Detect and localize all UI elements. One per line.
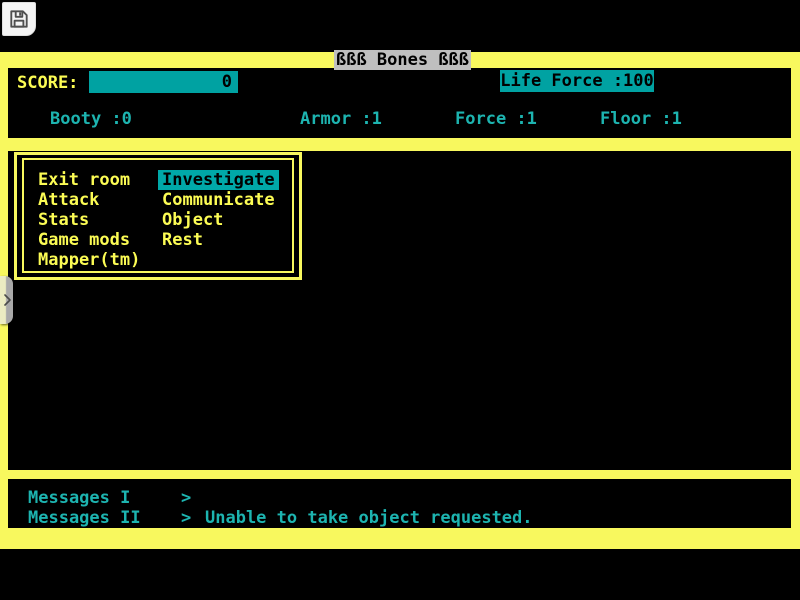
game-screen: ßßß Bones ßßß SCORE: 0 Life Force :100 B… <box>0 0 800 600</box>
messages-panel: Messages I > Messages II > Unable to tak… <box>8 479 791 528</box>
window-title: ßßß Bones ßßß <box>334 50 471 70</box>
menu-item-attack[interactable]: Attack <box>38 190 140 210</box>
sidebar-expand-tab[interactable] <box>0 276 13 324</box>
menu-item-game-mods[interactable]: Game mods <box>38 230 140 250</box>
action-menu-column-1: Exit room Attack Stats Game mods Mapper(… <box>38 170 140 270</box>
menu-item-mapper[interactable]: Mapper(tm) <box>38 250 140 270</box>
menu-item-exit-room[interactable]: Exit room <box>38 170 140 190</box>
messages-1-label: Messages I <box>28 488 130 508</box>
menu-item-investigate[interactable]: Investigate <box>158 170 279 190</box>
stat-force: Force :1 <box>455 109 537 129</box>
stat-booty: Booty :0 <box>50 109 132 129</box>
menu-item-object[interactable]: Object <box>162 210 275 230</box>
stat-floor: Floor :1 <box>600 109 682 129</box>
life-force-badge: Life Force :100 <box>500 70 654 92</box>
menu-item-rest[interactable]: Rest <box>162 230 275 250</box>
score-label: SCORE: <box>17 72 78 94</box>
action-menu: Exit room Attack Stats Game mods Mapper(… <box>14 152 302 280</box>
chevron-right-icon <box>3 294 11 306</box>
menu-item-stats[interactable]: Stats <box>38 210 140 230</box>
messages-2-prompt: > <box>181 508 191 528</box>
save-button[interactable] <box>2 2 36 36</box>
floppy-disk-icon <box>8 8 30 30</box>
action-menu-column-2: Investigate Communicate Object Rest <box>162 170 275 250</box>
messages-2-label: Messages II <box>28 508 141 528</box>
messages-2-text: Unable to take object requested. <box>205 508 533 528</box>
score-value-bar: 0 <box>89 71 238 93</box>
messages-1-prompt: > <box>181 488 191 508</box>
stat-armor: Armor :1 <box>300 109 382 129</box>
menu-item-communicate[interactable]: Communicate <box>162 190 275 210</box>
game-area-panel: Exit room Attack Stats Game mods Mapper(… <box>8 151 791 470</box>
scoreboard-panel: SCORE: 0 Life Force :100 Booty :0 Armor … <box>8 68 791 138</box>
